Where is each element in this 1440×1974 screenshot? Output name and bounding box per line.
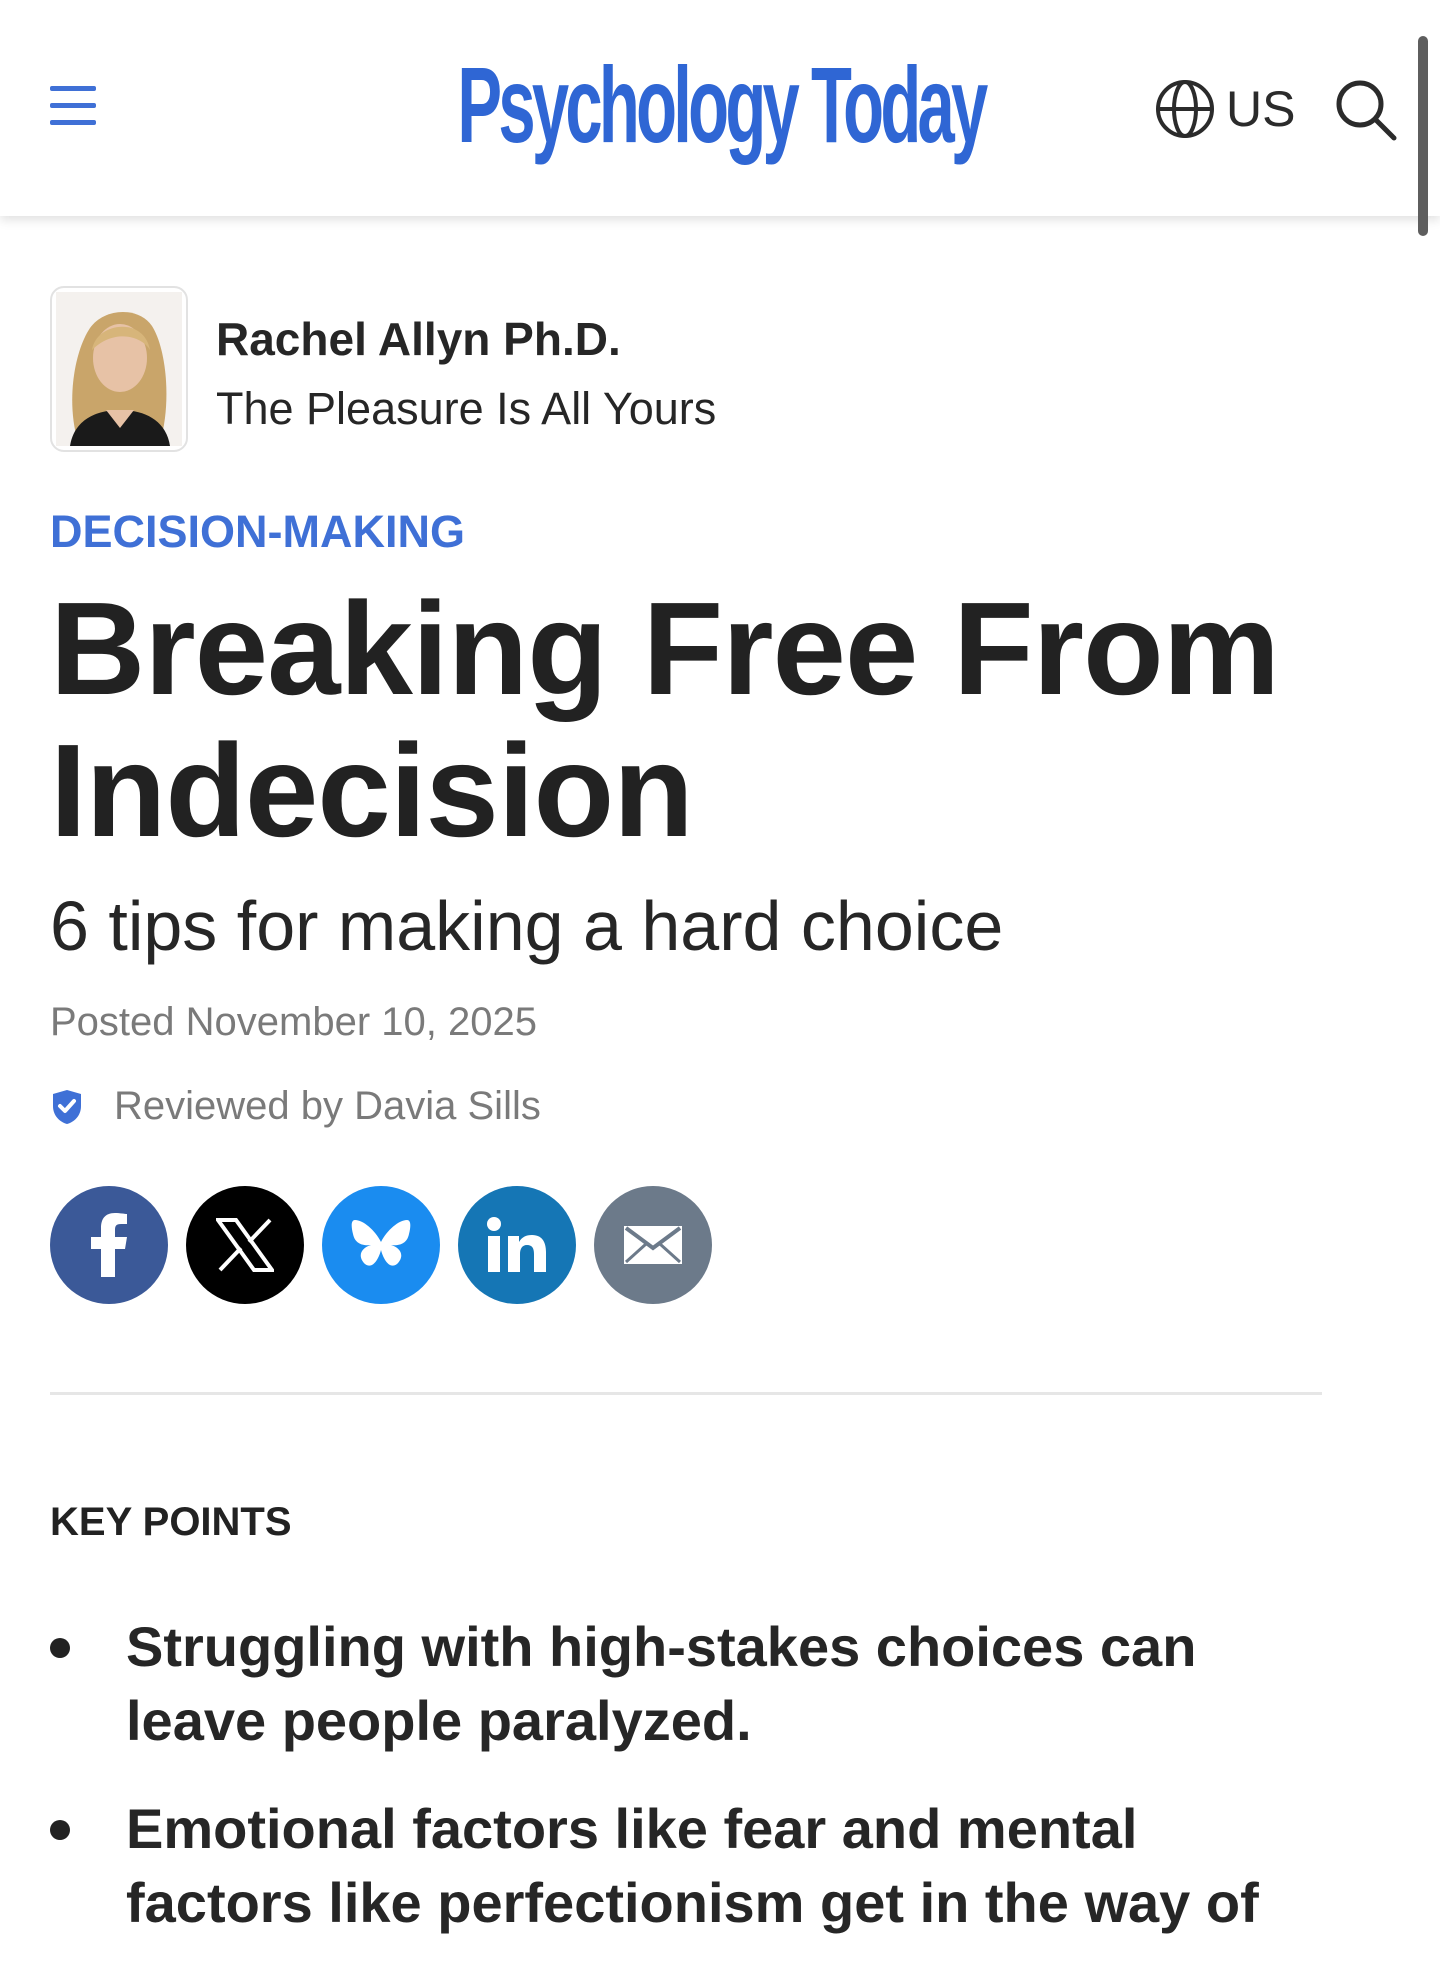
bluesky-share-button[interactable] [322,1186,440,1304]
linkedin-share-button[interactable] [458,1186,576,1304]
key-point-item: Emotional factors like fear and mental f… [50,1792,1290,1940]
hamburger-menu-icon[interactable] [50,86,96,126]
key-points-list: Struggling with high-stakes choices can … [50,1610,1350,1974]
share-buttons [50,1186,712,1304]
site-logo[interactable]: Psychology Today [457,44,988,165]
globe-icon [1156,80,1214,138]
bullet-icon [50,1820,70,1840]
email-icon [624,1226,682,1264]
verified-shield-icon [53,1089,81,1124]
facebook-icon [91,1213,127,1277]
bullet-icon [50,1638,70,1658]
author-name[interactable]: Rachel Allyn Ph.D. [216,312,716,367]
scrollbar[interactable] [1418,36,1428,236]
author-byline: Rachel Allyn Ph.D. The Pleasure Is All Y… [50,286,716,452]
article-subtitle: 6 tips for making a hard choice [50,887,1004,965]
blog-name[interactable]: The Pleasure Is All Yours [216,382,716,436]
key-point-text: Emotional factors like fear and mental f… [126,1797,1259,1934]
search-icon[interactable] [1334,78,1398,142]
posted-date: Posted November 10, 2025 [50,1000,537,1044]
key-point-item: Struggling with high-stakes choices can … [50,1610,1290,1758]
x-icon [216,1218,274,1272]
linkedin-icon [487,1217,546,1272]
author-avatar[interactable] [50,286,188,452]
reviewed-by: Reviewed by Davia Sills [50,1084,541,1129]
key-points-heading: KEY POINTS [50,1500,292,1544]
x-share-button[interactable] [186,1186,304,1304]
facebook-share-button[interactable] [50,1186,168,1304]
region-selector[interactable]: US [1154,78,1295,140]
email-share-button[interactable] [594,1186,712,1304]
bluesky-icon [351,1220,411,1266]
region-label: US [1226,81,1296,137]
article-title: Breaking Free From Indecision [50,575,1280,864]
key-point-text: Struggling with high-stakes choices can … [126,1615,1197,1752]
reviewed-by-text[interactable]: Reviewed by Davia Sills [114,1084,541,1129]
section-divider [50,1392,1322,1395]
category-link[interactable]: DECISION-MAKING [50,506,465,558]
site-header: Psychology Today US [0,0,1440,216]
